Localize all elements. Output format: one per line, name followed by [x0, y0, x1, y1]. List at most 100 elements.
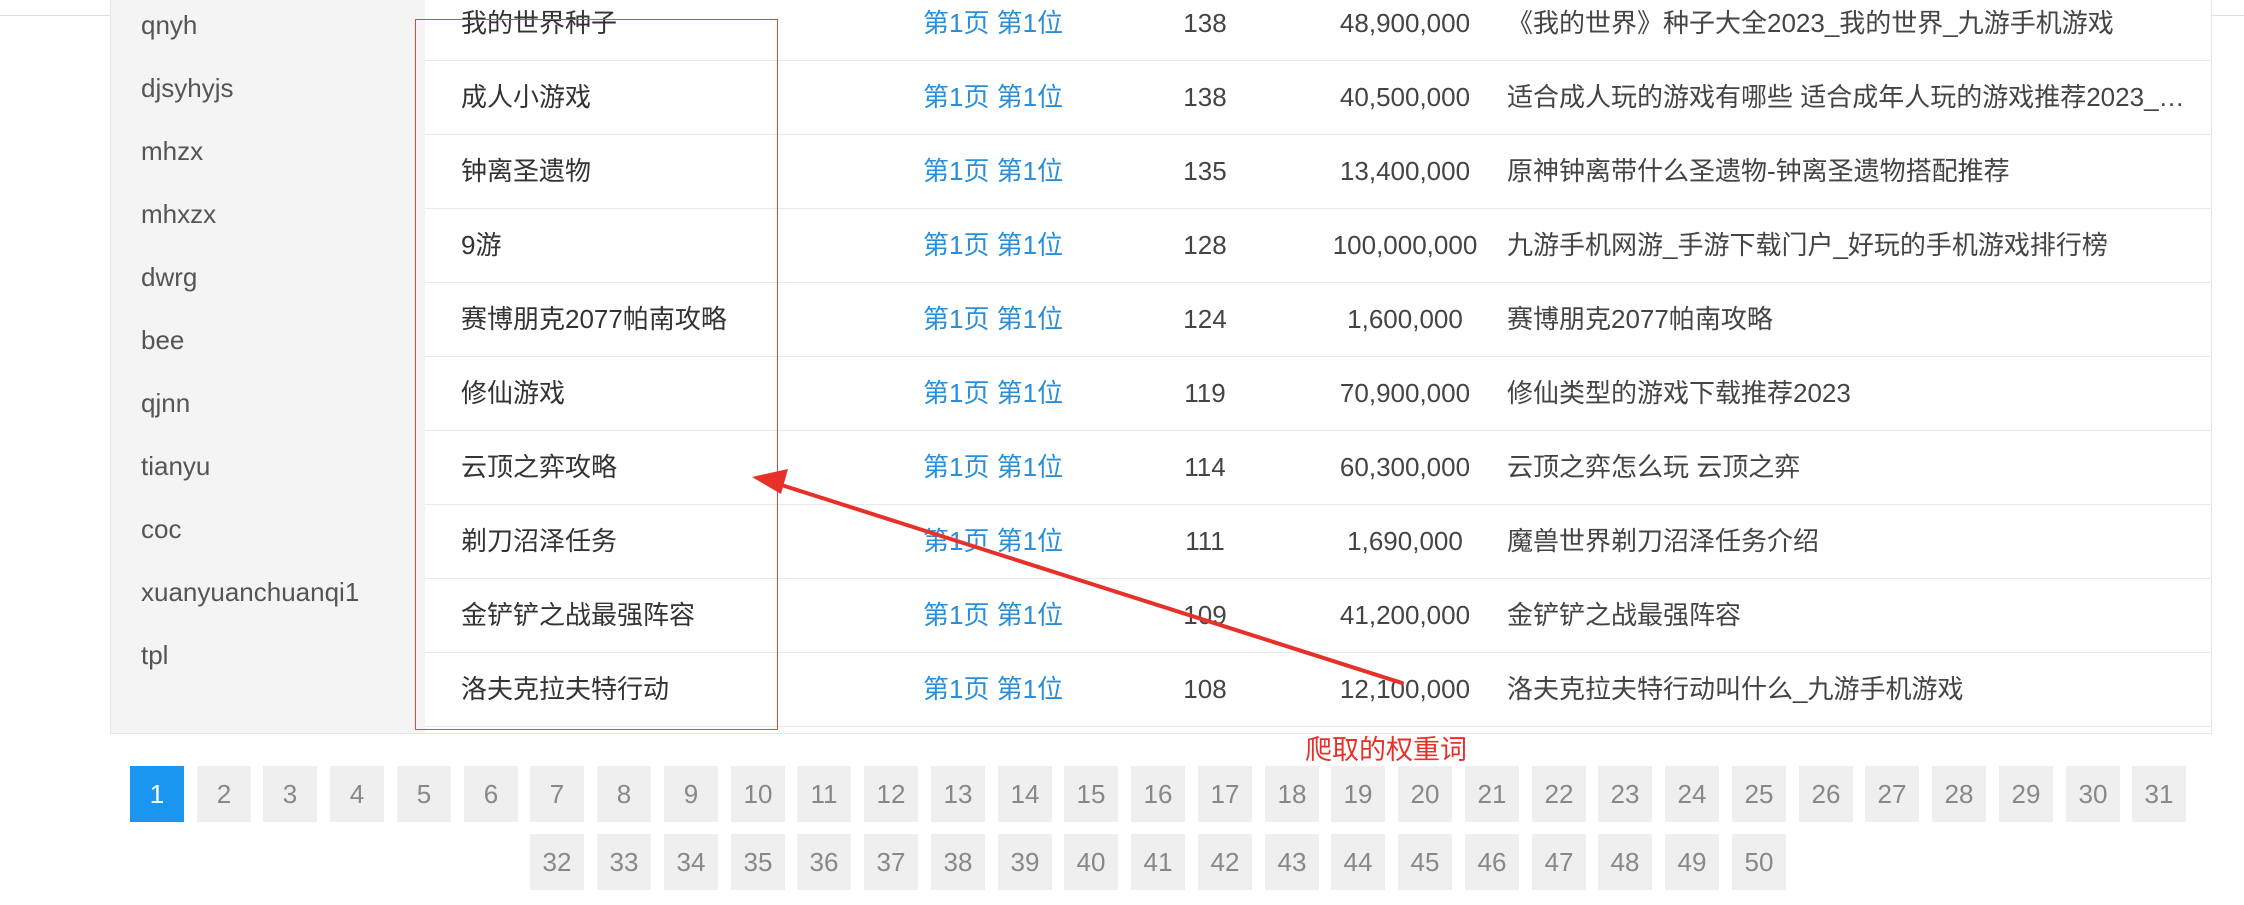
page-button[interactable]: 26: [1799, 766, 1853, 822]
page-button[interactable]: 38: [931, 834, 985, 890]
sidebar: qnyh djsyhyjs mhzx mhxzx dwrg bee qjnn t…: [111, 0, 426, 733]
page-button[interactable]: 11: [797, 766, 851, 822]
page-button[interactable]: 4: [330, 766, 384, 822]
index-cell: 135: [1183, 156, 1227, 186]
title-cell: 赛博朋克2077帕南攻略: [1507, 304, 1773, 334]
index-cell: 128: [1183, 230, 1227, 260]
page-button[interactable]: 2: [197, 766, 251, 822]
page-button[interactable]: 50: [1732, 834, 1786, 890]
page-button[interactable]: 22: [1532, 766, 1586, 822]
page-button[interactable]: 19: [1331, 766, 1385, 822]
page-button[interactable]: 28: [1932, 766, 1986, 822]
volume-cell: 40,500,000: [1339, 82, 1471, 112]
page-button[interactable]: 29: [1999, 766, 2053, 822]
page-button[interactable]: 9: [664, 766, 718, 822]
volume-cell: 1,690,000: [1347, 526, 1463, 556]
page-button[interactable]: 5: [397, 766, 451, 822]
rank-link[interactable]: 第1页 第1位: [923, 282, 1143, 356]
page-button[interactable]: 23: [1598, 766, 1652, 822]
volume-cell: 100,000,000: [1332, 230, 1478, 260]
page-button[interactable]: 8: [597, 766, 651, 822]
page-button[interactable]: 25: [1732, 766, 1786, 822]
rank-link[interactable]: 第1页 第1位: [923, 60, 1143, 134]
page-button[interactable]: 32: [530, 834, 584, 890]
page-button[interactable]: 3: [263, 766, 317, 822]
page-button[interactable]: 42: [1198, 834, 1252, 890]
rank-link[interactable]: 第1页 第1位: [923, 430, 1143, 504]
rank-link[interactable]: 第1页 第1位: [923, 0, 1143, 60]
volume-cell: 12,100,000: [1339, 674, 1471, 704]
rank-link[interactable]: 第1页 第1位: [923, 578, 1143, 652]
page-button[interactable]: 15: [1064, 766, 1118, 822]
sidebar-item[interactable]: dwrg: [141, 260, 197, 294]
page-button[interactable]: 7: [530, 766, 584, 822]
page-button[interactable]: 40: [1064, 834, 1118, 890]
page-button[interactable]: 49: [1665, 834, 1719, 890]
page-button[interactable]: 35: [731, 834, 785, 890]
table-row: 云顶之弈攻略 第1页 第1位 114 60,300,000 云顶之弈怎么玩 云顶…: [425, 430, 2210, 505]
page-button[interactable]: 45: [1398, 834, 1452, 890]
sidebar-item[interactable]: bee: [141, 323, 184, 357]
page-button[interactable]: 31: [2132, 766, 2186, 822]
sidebar-item[interactable]: mhzx: [141, 134, 203, 168]
index-cell: 124: [1183, 304, 1227, 334]
page-button[interactable]: 24: [1665, 766, 1719, 822]
page-button[interactable]: 14: [998, 766, 1052, 822]
table-row: 赛博朋克2077帕南攻略 第1页 第1位 124 1,600,000 赛博朋克2…: [425, 282, 2210, 357]
sidebar-item[interactable]: qjnn: [141, 386, 190, 420]
keyword-cell: 赛博朋克2077帕南攻略: [461, 304, 727, 334]
page-button[interactable]: 20: [1398, 766, 1452, 822]
title-cell: 修仙类型的游戏下载推荐2023: [1507, 378, 1851, 408]
sidebar-item[interactable]: coc: [141, 512, 181, 546]
page-button[interactable]: 47: [1532, 834, 1586, 890]
page-button[interactable]: 17: [1198, 766, 1252, 822]
keyword-table: 我的世界种子 第1页 第1位 138 48,900,000 《我的世界》种子大全…: [425, 0, 2210, 733]
page-button[interactable]: 10: [731, 766, 785, 822]
rank-link[interactable]: 第1页 第1位: [923, 652, 1143, 726]
sidebar-item[interactable]: xuanyuanchuanqi1: [141, 575, 359, 609]
volume-cell: 60,300,000: [1339, 452, 1471, 482]
page-button[interactable]: 27: [1865, 766, 1919, 822]
page-button[interactable]: 48: [1598, 834, 1652, 890]
page-button[interactable]: 18: [1265, 766, 1319, 822]
rank-link[interactable]: 第1页 第1位: [923, 356, 1143, 430]
index-cell: 119: [1184, 378, 1226, 408]
keyword-cell: 洛夫克拉夫特行动: [461, 674, 670, 704]
page-button[interactable]: 16: [1131, 766, 1185, 822]
page-button[interactable]: 30: [2066, 766, 2120, 822]
keyword-cell: 9游: [461, 230, 502, 260]
page-button[interactable]: 33: [597, 834, 651, 890]
page-button[interactable]: 43: [1265, 834, 1319, 890]
page-button-current[interactable]: 1: [130, 766, 184, 822]
keyword-cell: 剃刀沼泽任务: [461, 526, 618, 556]
rank-link[interactable]: 第1页 第1位: [923, 208, 1143, 282]
table-row: 我的世界种子 第1页 第1位 138 48,900,000 《我的世界》种子大全…: [425, 0, 2210, 61]
page-button[interactable]: 13: [931, 766, 985, 822]
table-row: 修仙游戏 第1页 第1位 119 70,900,000 修仙类型的游戏下载推荐2…: [425, 356, 2210, 431]
index-cell: 138: [1183, 82, 1227, 112]
page-button[interactable]: 41: [1131, 834, 1185, 890]
page-button[interactable]: 37: [864, 834, 918, 890]
sidebar-item[interactable]: tianyu: [141, 449, 210, 483]
title-cell: 原神钟离带什么圣遗物-钟离圣遗物搭配推荐: [1507, 156, 2010, 186]
table-row: 成人小游戏 第1页 第1位 138 40,500,000 适合成人玩的游戏有哪些…: [425, 60, 2210, 135]
sidebar-item[interactable]: tpl: [141, 638, 168, 672]
page-button[interactable]: 34: [664, 834, 718, 890]
sidebar-item[interactable]: djsyhyjs: [141, 71, 233, 105]
annotation-label: 爬取的权重词: [1305, 735, 1467, 765]
page-button[interactable]: 39: [998, 834, 1052, 890]
rank-link[interactable]: 第1页 第1位: [923, 504, 1143, 578]
page-button[interactable]: 46: [1465, 834, 1519, 890]
rank-link[interactable]: 第1页 第1位: [923, 134, 1143, 208]
page-button[interactable]: 44: [1331, 834, 1385, 890]
sidebar-item[interactable]: qnyh: [141, 8, 197, 42]
page-button[interactable]: 12: [864, 766, 918, 822]
keyword-cell: 修仙游戏: [461, 378, 566, 408]
page-button[interactable]: 36: [797, 834, 851, 890]
title-cell: 九游手机网游_手游下载门户_好玩的手机游戏排行榜: [1507, 230, 2108, 260]
sidebar-item[interactable]: mhxzx: [141, 197, 216, 231]
table-row: 钟离圣遗物 第1页 第1位 135 13,400,000 原神钟离带什么圣遗物-…: [425, 134, 2210, 209]
page-button[interactable]: 6: [464, 766, 518, 822]
title-cell: 适合成人玩的游戏有哪些 适合成年人玩的游戏推荐2023_九游...: [1507, 82, 2197, 112]
page-button[interactable]: 21: [1465, 766, 1519, 822]
